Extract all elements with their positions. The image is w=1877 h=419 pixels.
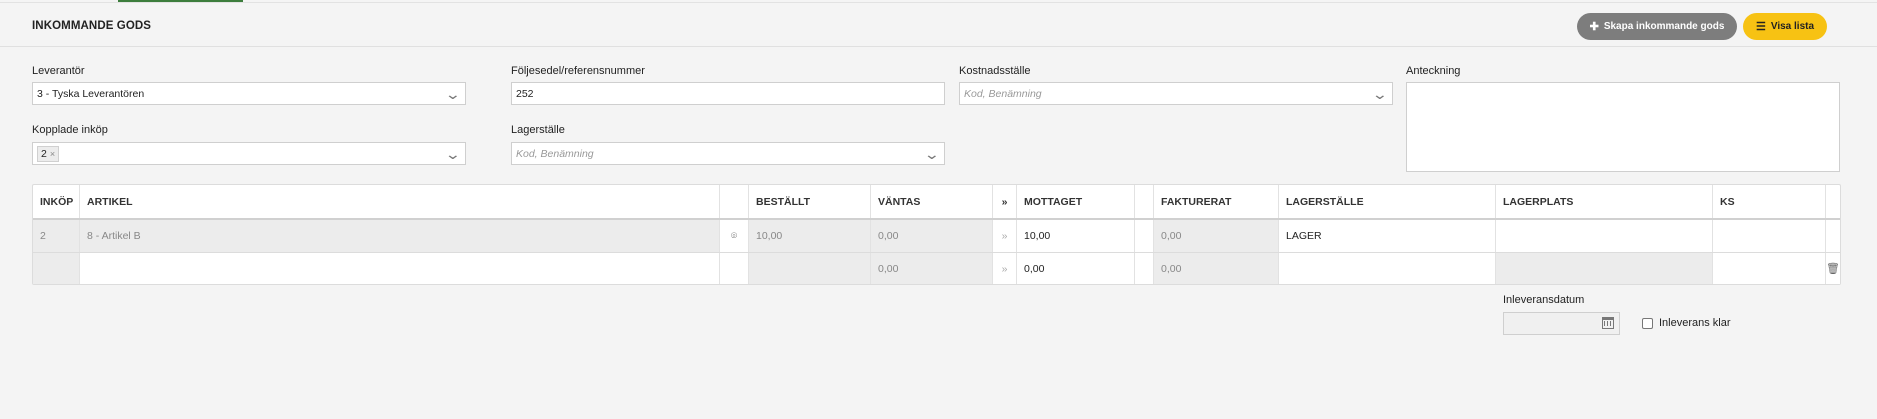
row1-ks-input[interactable] (1713, 220, 1826, 252)
row1-spacer (1135, 220, 1154, 252)
delivery-note-input[interactable]: 252 (511, 82, 945, 105)
row2-fakturerat: 0,00 (1154, 253, 1279, 284)
row2-artikel-input[interactable] (80, 253, 720, 284)
row1-lagerplats-input[interactable] (1496, 220, 1713, 252)
trash-icon[interactable]: 🗑 (1826, 253, 1840, 284)
linked-purchase-tag[interactable]: 2 × (37, 145, 60, 162)
column-header-spacer (1135, 185, 1154, 218)
list-button-label: Visa lista (1770, 21, 1815, 32)
cost-center-placeholder: Kod, Benämning (964, 87, 1042, 100)
row2-inkop (33, 253, 80, 284)
delivery-note-label: Följesedel/referensnummer (511, 65, 645, 77)
row1-artikel: 8 - Artikel B (80, 220, 720, 252)
chevron-down-icon[interactable]: ⌄ (1372, 86, 1388, 103)
row1-vantas: 0,00 (871, 220, 993, 252)
row1-bestallt: 10,00 (749, 220, 871, 252)
chevron-down-icon[interactable]: ⌄ (445, 86, 461, 103)
row2-lagerstalle-input[interactable] (1279, 253, 1496, 284)
remove-tag-icon[interactable]: × (50, 149, 55, 159)
delivery-done-checkbox[interactable] (1642, 318, 1653, 329)
camera-icon[interactable]: ⌾ (720, 220, 749, 252)
note-label: Anteckning (1406, 65, 1461, 77)
linked-purchases-select[interactable]: 2 × ⌄ (32, 142, 466, 165)
row1-actions (1826, 220, 1840, 252)
column-header-copy-all[interactable]: » (993, 185, 1017, 218)
tag-value: 2 (41, 147, 47, 160)
create-button-label: Skapa inkommande gods (1603, 21, 1725, 32)
supplier-label: Leverantör (32, 65, 85, 77)
warehouse-placeholder: Kod, Benämning (516, 147, 594, 160)
column-header-lagerstalle[interactable]: LAGERSTÄLLE (1279, 185, 1496, 218)
row2-mottaget-input[interactable]: 0,00 (1017, 253, 1135, 284)
row1-mottaget-input[interactable]: 10,00 (1017, 220, 1135, 252)
chevron-down-icon[interactable]: ⌄ (445, 146, 461, 163)
column-header-vantas[interactable]: VÄNTAS (871, 185, 993, 218)
row2-ks-input[interactable] (1713, 253, 1826, 284)
column-header-inkop[interactable]: INKÖP (33, 185, 80, 218)
column-header-artikel[interactable]: ARTIKEL (80, 185, 720, 218)
column-header-view (720, 185, 749, 218)
row1-copy-arrow-icon[interactable]: » (993, 220, 1017, 252)
column-header-actions (1826, 185, 1840, 218)
row2-bestallt (749, 253, 871, 284)
supplier-value: 3 - Tyska Leverantören (37, 87, 145, 100)
row2-vantas: 0,00 (871, 253, 993, 284)
calendar-icon[interactable] (1602, 317, 1614, 329)
delivery-date-label: Inleveransdatum (1503, 294, 1585, 306)
row2-copy-arrow-icon[interactable]: » (993, 253, 1017, 284)
row2-spacer (1135, 253, 1154, 284)
delivery-note-value: 252 (516, 87, 534, 100)
create-incoming-goods-button[interactable]: ✚ Skapa inkommande gods (1577, 13, 1737, 40)
plus-icon: ✚ (1589, 21, 1599, 33)
row1-inkop: 2 (33, 220, 80, 252)
supplier-select[interactable]: 3 - Tyska Leverantören ⌄ (32, 82, 466, 105)
note-textarea[interactable] (1406, 82, 1840, 172)
cost-center-label: Kostnadsställe (959, 65, 1031, 77)
page-title: INKOMMANDE GODS (32, 20, 152, 32)
warehouse-label: Lagerställe (511, 124, 565, 136)
linked-purchases-label: Kopplade inköp (32, 124, 108, 136)
row1-lagerstalle-input[interactable]: LAGER (1279, 220, 1496, 252)
chevron-down-icon[interactable]: ⌄ (924, 146, 940, 163)
page-header: INKOMMANDE GODS ✚ Skapa inkommande gods … (0, 2, 1877, 47)
cost-center-select[interactable]: Kod, Benämning ⌄ (959, 82, 1393, 105)
row1-fakturerat: 0,00 (1154, 220, 1279, 252)
column-header-lagerplats[interactable]: LAGERPLATS (1496, 185, 1713, 218)
show-list-button[interactable]: ☰ Visa lista (1743, 13, 1827, 40)
delivery-date-input[interactable] (1503, 312, 1620, 335)
column-header-bestallt[interactable]: BESTÄLLT (749, 185, 871, 218)
list-icon: ☰ (1755, 21, 1766, 33)
goods-grid: INKÖP ARTIKEL BESTÄLLT VÄNTAS » MOTTAGET… (32, 184, 1841, 285)
column-header-mottaget[interactable]: MOTTAGET (1017, 185, 1135, 218)
column-header-fakturerat[interactable]: FAKTURERAT (1154, 185, 1279, 218)
warehouse-select[interactable]: Kod, Benämning ⌄ (511, 142, 945, 165)
column-header-ks[interactable]: KS (1713, 185, 1826, 218)
row2-lagerplats (1496, 253, 1713, 284)
row2-view (720, 253, 749, 284)
delivery-done-label[interactable]: Inleverans klar (1659, 317, 1731, 329)
